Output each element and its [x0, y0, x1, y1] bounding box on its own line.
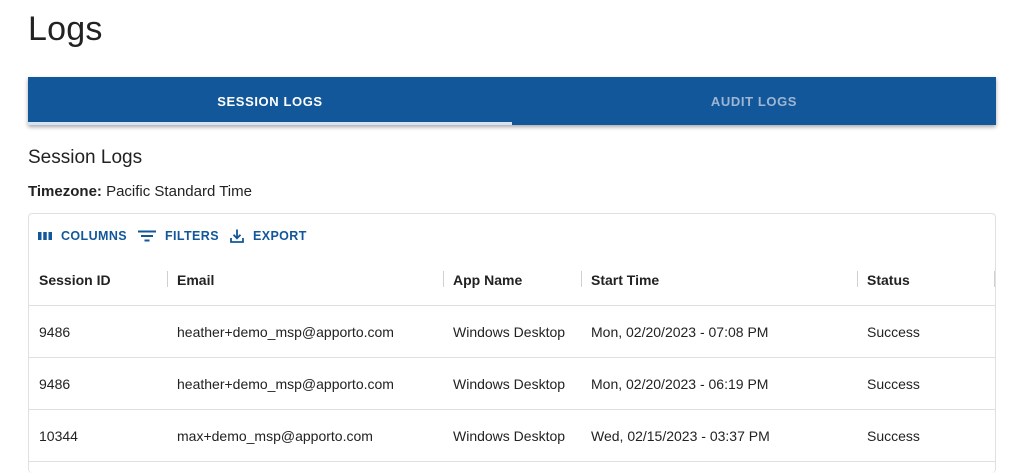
tab-audit-logs[interactable]: AUDIT LOGS	[512, 77, 996, 125]
timezone-label: Timezone:	[28, 183, 102, 200]
cell-email: heather+demo_msp@apporto.com	[177, 323, 394, 340]
session-logs-grid: COLUMNS FILTERS EXPORT Session ID Email …	[28, 213, 996, 473]
filter-list-icon	[137, 229, 157, 243]
column-separator[interactable]	[857, 271, 858, 287]
columns-button-label: COLUMNS	[61, 229, 127, 243]
column-header-status[interactable]: Status	[867, 254, 910, 306]
grid-toolbar: COLUMNS FILTERS EXPORT	[37, 224, 307, 248]
cell-app-name: Windows Desktop	[453, 427, 566, 444]
section-title: Session Logs	[28, 147, 143, 168]
column-separator[interactable]	[581, 271, 582, 287]
export-button-label: EXPORT	[252, 229, 307, 243]
column-header-session-id[interactable]: Session ID	[39, 254, 111, 306]
filters-button[interactable]: FILTERS	[137, 227, 219, 245]
table-header-row: Session ID Email App Name Start Time Sta…	[29, 254, 995, 306]
table-row[interactable]: 9486 heather+demo_msp@apporto.com Window…	[29, 306, 995, 358]
cell-session-id: 10344	[39, 427, 78, 444]
cell-email: heather+demo_msp@apporto.com	[177, 375, 394, 392]
cell-session-id: 9486	[39, 323, 71, 340]
cell-start-time: Mon, 02/20/2023 - 07:08 PM	[591, 323, 769, 340]
timezone-value: Pacific Standard Time	[106, 183, 252, 200]
tab-session-logs[interactable]: SESSION LOGS	[28, 77, 512, 125]
download-icon	[229, 228, 245, 244]
table-row[interactable]: 9486 heather+demo_msp@apporto.com Window…	[29, 358, 995, 410]
column-header-email[interactable]: Email	[177, 254, 214, 306]
column-header-start-time[interactable]: Start Time	[591, 254, 659, 306]
cell-status: Success	[867, 427, 920, 444]
column-separator[interactable]	[167, 271, 168, 287]
cell-app-name: Windows Desktop	[453, 375, 566, 392]
column-separator[interactable]	[443, 271, 444, 287]
view-column-icon	[37, 229, 53, 243]
cell-status: Success	[867, 375, 920, 392]
cell-status: Success	[867, 323, 920, 340]
timezone-info: Timezone: Pacific Standard Time	[28, 183, 252, 200]
cell-start-time: Wed, 02/15/2023 - 03:37 PM	[591, 427, 770, 444]
columns-button[interactable]: COLUMNS	[37, 227, 127, 245]
column-header-app-name[interactable]: App Name	[453, 254, 522, 306]
column-separator[interactable]	[994, 271, 995, 287]
cell-email: max+demo_msp@apporto.com	[177, 427, 373, 444]
cell-app-name: Windows Desktop	[453, 323, 566, 340]
page-title: Logs	[28, 10, 103, 48]
filters-button-label: FILTERS	[165, 229, 219, 243]
export-button[interactable]: EXPORT	[229, 226, 307, 246]
cell-session-id: 9486	[39, 375, 71, 392]
table-row[interactable]: 10344 max+demo_msp@apporto.com Windows D…	[29, 410, 995, 462]
tab-bar: SESSION LOGS AUDIT LOGS	[28, 77, 996, 125]
cell-start-time: Mon, 02/20/2023 - 06:19 PM	[591, 375, 769, 392]
